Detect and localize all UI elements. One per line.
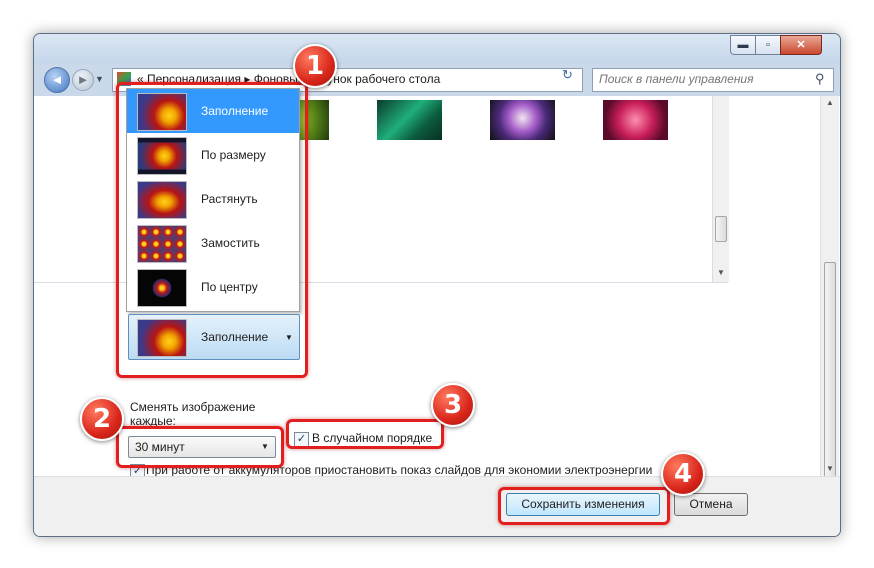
maximize-icon[interactable]: ▫ xyxy=(755,35,781,55)
step-badge-3: 3 xyxy=(431,383,475,427)
refresh-icon[interactable]: ↻ xyxy=(562,67,573,83)
search-box[interactable]: ⚲ xyxy=(592,68,834,92)
step-badge-4: 4 xyxy=(661,452,705,496)
page-scroll-thumb[interactable] xyxy=(824,262,836,490)
forward-arrow-icon[interactable]: ► xyxy=(72,69,94,91)
search-icon[interactable]: ⚲ xyxy=(815,71,825,87)
highlight-shuffle xyxy=(286,419,444,449)
slideshow-interval-label: Сменять изображение каждые: xyxy=(130,400,256,428)
gallery-scrollbar[interactable]: ▼ xyxy=(712,96,729,282)
step-badge-1: 1 xyxy=(293,44,337,88)
wallpaper-thumbnail-purple-flower[interactable] xyxy=(490,100,555,140)
gallery-scroll-thumb[interactable] xyxy=(715,216,727,242)
scroll-down-icon[interactable]: ▼ xyxy=(822,464,838,473)
cancel-button[interactable]: Отмена xyxy=(674,493,748,516)
highlight-interval-select xyxy=(116,426,284,468)
page-scrollbar[interactable]: ▲ ▼ xyxy=(820,96,839,490)
highlight-save-button xyxy=(498,487,670,525)
minimize-icon[interactable]: ▬ xyxy=(730,35,756,55)
wallpaper-thumbnail-pink-flower[interactable] xyxy=(603,100,668,140)
wallpaper-thumbnail-leaves[interactable] xyxy=(377,100,442,140)
search-input[interactable] xyxy=(599,72,799,86)
footer: Сохранить изменения Отмена xyxy=(34,476,840,536)
title-bar: ▬ ▫ ✕ xyxy=(34,34,840,64)
step-badge-2: 2 xyxy=(80,397,124,441)
scroll-up-icon[interactable]: ▲ xyxy=(822,98,838,107)
close-icon[interactable]: ✕ xyxy=(780,35,822,55)
highlight-position-dropdown xyxy=(116,82,308,378)
back-arrow-icon[interactable]: ◄ xyxy=(44,67,70,93)
recent-pages-icon[interactable]: ▼ xyxy=(95,74,104,84)
scroll-down-icon[interactable]: ▼ xyxy=(713,268,729,277)
